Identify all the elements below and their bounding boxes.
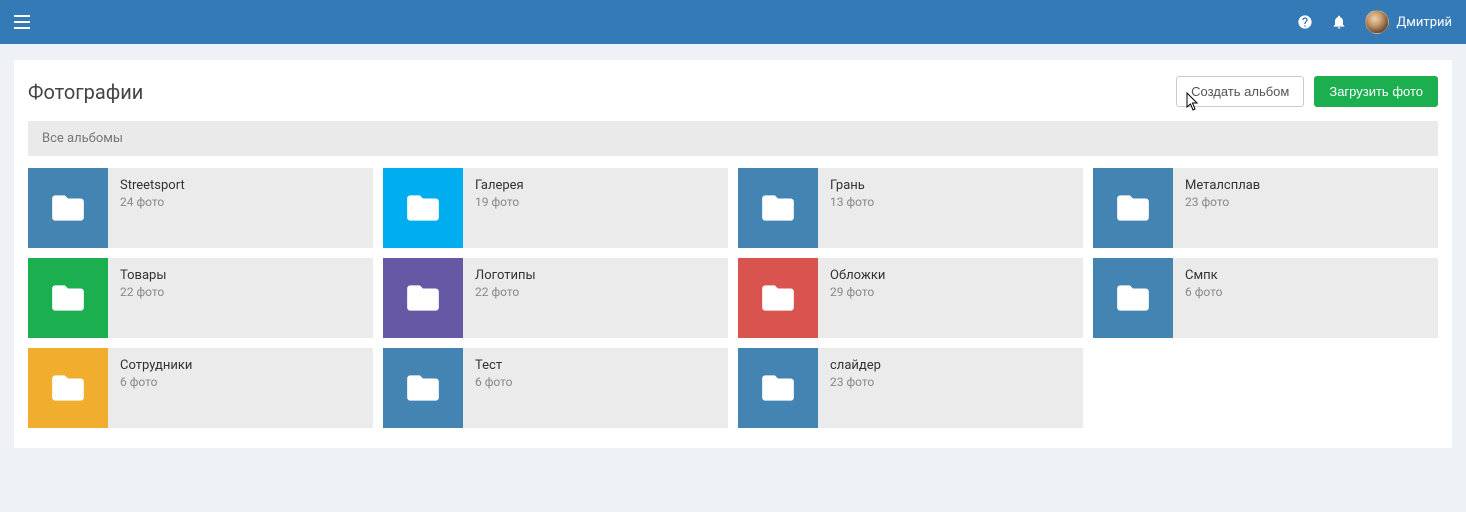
album-card[interactable]: Смпк 6 фото [1093, 258, 1438, 338]
album-count: 13 фото [830, 195, 874, 209]
album-info: Обложки 29 фото [818, 258, 897, 338]
album-count: 19 фото [475, 195, 524, 209]
album-count: 22 фото [475, 285, 536, 299]
album-info: Смпк 6 фото [1173, 258, 1235, 338]
album-count: 29 фото [830, 285, 885, 299]
album-info: Галерея 19 фото [463, 168, 536, 248]
topbar-left [14, 15, 30, 29]
album-count: 22 фото [120, 285, 166, 299]
album-title: Смпк [1185, 268, 1223, 283]
page-title: Фотографии [28, 80, 143, 104]
avatar [1365, 10, 1389, 34]
breadcrumb-label: Все альбомы [42, 131, 123, 146]
album-title: Обложки [830, 268, 885, 283]
album-grid: Streetsport 24 фото Галерея 19 фото Грань 13 … [28, 168, 1438, 428]
album-card[interactable]: Тест 6 фото [383, 348, 728, 428]
folder-icon [383, 258, 463, 338]
album-card[interactable]: Галерея 19 фото [383, 168, 728, 248]
album-count: 6 фото [475, 375, 513, 389]
album-title: Тест [475, 358, 513, 373]
bell-icon[interactable] [1331, 14, 1347, 30]
album-title: Сотрудники [120, 358, 192, 373]
album-title: Логотипы [475, 268, 536, 283]
album-title: Металсплав [1185, 178, 1260, 193]
album-title: Галерея [475, 178, 524, 193]
create-album-button[interactable]: Создать альбом [1176, 76, 1304, 107]
album-count: 23 фото [830, 375, 881, 389]
breadcrumb[interactable]: Все альбомы [28, 121, 1438, 156]
album-card[interactable]: Товары 22 фото [28, 258, 373, 338]
folder-icon [738, 168, 818, 248]
folder-icon [28, 168, 108, 248]
upload-photo-button[interactable]: Загрузить фото [1314, 76, 1438, 107]
album-card[interactable]: Логотипы 22 фото [383, 258, 728, 338]
album-info: Тест 6 фото [463, 348, 525, 428]
header-buttons: Создать альбом Загрузить фото [1176, 76, 1438, 107]
album-info: Streetsport 24 фото [108, 168, 197, 248]
folder-icon [383, 348, 463, 428]
album-card[interactable]: Сотрудники 6 фото [28, 348, 373, 428]
album-info: Грань 13 фото [818, 168, 886, 248]
album-info: Металсплав 23 фото [1173, 168, 1272, 248]
album-info: Товары 22 фото [108, 258, 178, 338]
album-card[interactable]: Обложки 29 фото [738, 258, 1083, 338]
album-count: 23 фото [1185, 195, 1260, 209]
folder-icon [28, 348, 108, 428]
user-menu[interactable]: Дмитрий [1365, 10, 1452, 34]
album-title: Грань [830, 178, 874, 193]
folder-icon [28, 258, 108, 338]
album-title: слайдер [830, 358, 881, 373]
album-info: Логотипы 22 фото [463, 258, 548, 338]
album-count: 6 фото [120, 375, 192, 389]
panel-header: Фотографии Создать альбом Загрузить фото [28, 76, 1438, 107]
album-count: 24 фото [120, 195, 185, 209]
panel: Фотографии Создать альбом Загрузить фото… [14, 60, 1452, 448]
album-info: слайдер 23 фото [818, 348, 893, 428]
album-card[interactable]: слайдер 23 фото [738, 348, 1083, 428]
album-title: Streetsport [120, 178, 185, 193]
album-card[interactable]: Грань 13 фото [738, 168, 1083, 248]
album-card[interactable]: Металсплав 23 фото [1093, 168, 1438, 248]
help-icon[interactable] [1297, 14, 1313, 30]
folder-icon [738, 348, 818, 428]
topbar-right: Дмитрий [1297, 10, 1452, 34]
menu-toggle-icon[interactable] [14, 15, 30, 29]
user-name: Дмитрий [1397, 15, 1452, 30]
album-title: Товары [120, 268, 166, 283]
topbar: Дмитрий [0, 0, 1466, 44]
folder-icon [1093, 258, 1173, 338]
folder-icon [1093, 168, 1173, 248]
main: Фотографии Создать альбом Загрузить фото… [0, 44, 1466, 464]
album-count: 6 фото [1185, 285, 1223, 299]
folder-icon [383, 168, 463, 248]
album-card[interactable]: Streetsport 24 фото [28, 168, 373, 248]
folder-icon [738, 258, 818, 338]
album-info: Сотрудники 6 фото [108, 348, 204, 428]
